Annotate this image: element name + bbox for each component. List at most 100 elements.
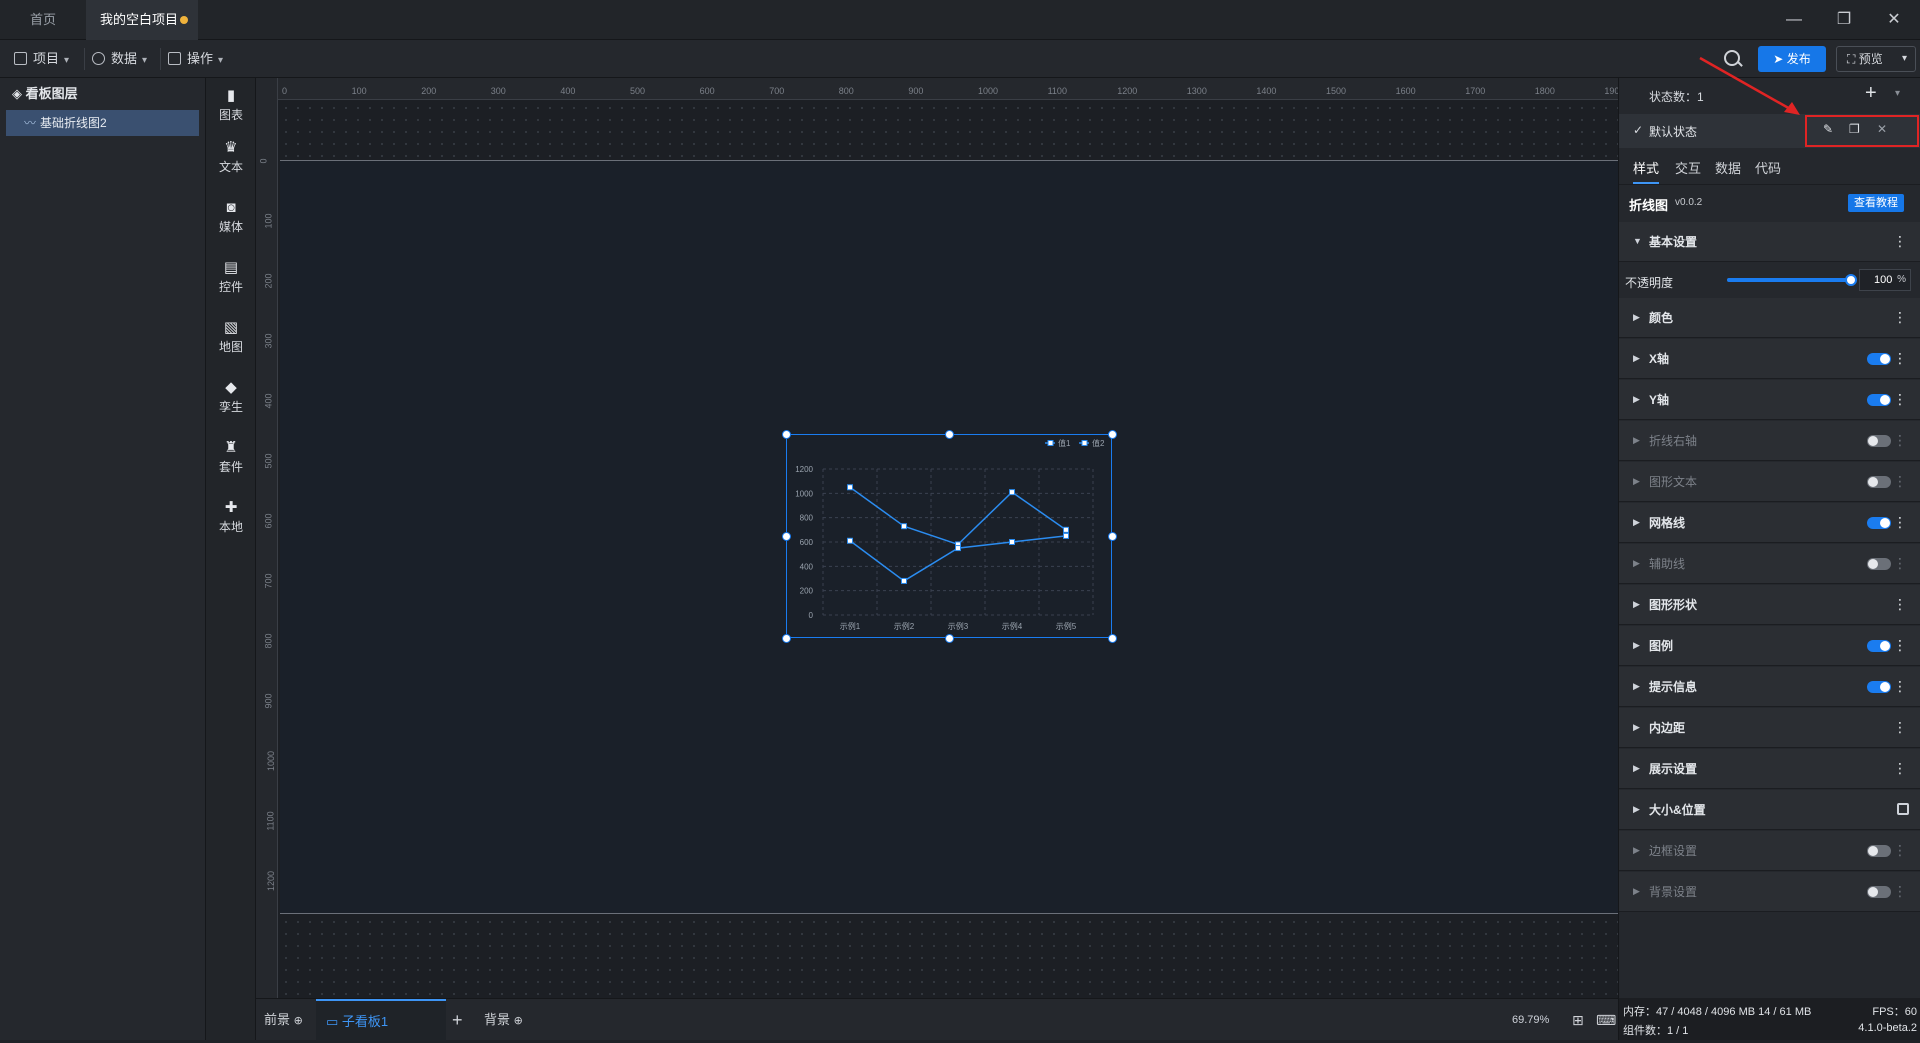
delete-icon[interactable]: ✕: [1877, 122, 1887, 136]
x-tick-label: 示例2: [894, 621, 915, 631]
restore-icon[interactable]: ❐: [1824, 0, 1864, 40]
component-text[interactable]: ♛ 文本: [206, 140, 256, 175]
more-icon[interactable]: ⋮: [1893, 556, 1907, 570]
section-toggle[interactable]: [1867, 517, 1891, 529]
tab-style[interactable]: 样式: [1633, 154, 1660, 184]
menu-project[interactable]: 项目 ▾: [14, 40, 69, 78]
section-10[interactable]: ▶ 内边距 ⋮: [1619, 708, 1920, 748]
shirt-icon: ♜: [224, 439, 238, 456]
more-icon[interactable]: ⋮: [1893, 433, 1907, 447]
tab-data[interactable]: 数据: [1715, 154, 1741, 184]
section-toggle[interactable]: [1867, 435, 1891, 447]
more-icon[interactable]: ⋮: [1893, 392, 1907, 406]
section-label: 背景设置: [1649, 885, 1698, 899]
resize-handle[interactable]: [945, 430, 954, 439]
resize-handle[interactable]: [782, 634, 791, 643]
tab-interaction[interactable]: 交互: [1675, 154, 1701, 184]
keyboard-icon[interactable]: ⌨: [1596, 999, 1616, 1041]
more-icon[interactable]: ⋮: [1893, 351, 1907, 365]
section-13[interactable]: ▶ 边框设置 ⋮: [1619, 831, 1920, 871]
section-3[interactable]: ▶ 折线右轴 ⋮: [1619, 421, 1920, 461]
section-8[interactable]: ▶ 图例 ⋮: [1619, 626, 1920, 666]
section-label: 图形形状: [1649, 598, 1698, 612]
resize-handle[interactable]: [1108, 532, 1117, 541]
tab-background[interactable]: 背景 ⊕: [484, 999, 523, 1041]
more-icon[interactable]: ⋮: [1893, 720, 1907, 734]
resize-handle[interactable]: [1108, 430, 1117, 439]
more-icon[interactable]: ⋮: [1893, 843, 1907, 857]
section-toggle[interactable]: [1867, 558, 1891, 570]
section-toggle[interactable]: [1867, 845, 1891, 857]
add-circle-icon[interactable]: ⊕: [514, 1015, 523, 1027]
opacity-slider-fill: [1727, 278, 1851, 282]
menu-operate[interactable]: 操作 ▾: [168, 40, 223, 78]
section-14[interactable]: ▶ 背景设置 ⋮: [1619, 872, 1920, 912]
more-icon[interactable]: ⋮: [1893, 234, 1907, 248]
more-icon[interactable]: ⋮: [1893, 761, 1907, 775]
section-toggle[interactable]: [1867, 353, 1891, 365]
section-5[interactable]: ▶ 网格线 ⋮: [1619, 503, 1920, 543]
section-toggle[interactable]: [1867, 394, 1891, 406]
component-local[interactable]: ✚ 本地: [206, 500, 256, 535]
add-board-icon[interactable]: +: [452, 999, 463, 1041]
section-7[interactable]: ▶ 图形形状 ⋮: [1619, 585, 1920, 625]
y-tick-label: 1200: [795, 465, 813, 474]
preview-button[interactable]: ⛶ 预览 ▾: [1836, 46, 1916, 72]
more-icon[interactable]: ⋮: [1893, 310, 1907, 324]
add-state-icon[interactable]: +: [1865, 82, 1877, 105]
layer-item[interactable]: 〰基础折线图2: [6, 110, 199, 136]
component-map[interactable]: ▧ 地图: [206, 320, 256, 355]
tab-foreground[interactable]: 前景 ⊕: [264, 999, 303, 1041]
add-circle-icon[interactable]: ⊕: [294, 1015, 303, 1027]
zoom-level[interactable]: 69.79%: [1512, 999, 1549, 1041]
section-2[interactable]: ▶ Y轴 ⋮: [1619, 380, 1920, 420]
opacity-slider-thumb[interactable]: [1845, 274, 1857, 286]
menu-data[interactable]: 数据 ▾: [92, 40, 147, 78]
component-twin[interactable]: ◆ 孪生: [206, 380, 256, 415]
section-label: X轴: [1649, 352, 1670, 366]
more-icon[interactable]: ⋮: [1893, 679, 1907, 693]
section-toggle[interactable]: [1867, 681, 1891, 693]
more-icon[interactable]: ⋮: [1893, 515, 1907, 529]
minimize-icon[interactable]: —: [1774, 0, 1814, 40]
tab-home[interactable]: 首页: [16, 0, 72, 40]
edit-icon[interactable]: ✎: [1823, 122, 1833, 136]
opacity-input[interactable]: 100 %: [1859, 269, 1911, 291]
tutorial-button[interactable]: 查看教程: [1848, 194, 1904, 212]
opacity-slider-track[interactable]: [1727, 274, 1857, 286]
tab-sub-board[interactable]: ▭ 子看板1: [316, 999, 446, 1041]
section-4[interactable]: ▶ 图形文本 ⋮: [1619, 462, 1920, 502]
component-kit[interactable]: ♜ 套件: [206, 440, 256, 475]
tab-code[interactable]: 代码: [1755, 154, 1781, 184]
copy-icon[interactable]: ❐: [1849, 122, 1860, 136]
more-icon[interactable]: ⋮: [1893, 597, 1907, 611]
section-toggle[interactable]: [1867, 640, 1891, 652]
more-icon[interactable]: ⋮: [1893, 884, 1907, 898]
section-1[interactable]: ▶ X轴 ⋮: [1619, 339, 1920, 379]
chevron-down-icon[interactable]: ▾: [1895, 88, 1900, 99]
resize-handle[interactable]: [782, 430, 791, 439]
resize-handle[interactable]: [945, 634, 954, 643]
component-control[interactable]: ▤ 控件: [206, 260, 256, 295]
section-basic-settings[interactable]: ▼ 基本设置 ⋮: [1619, 222, 1920, 262]
resize-handle[interactable]: [782, 532, 791, 541]
lock-icon[interactable]: [1897, 803, 1909, 815]
section-9[interactable]: ▶ 提示信息 ⋮: [1619, 667, 1920, 707]
component-chart[interactable]: ▮ 图表: [206, 88, 256, 123]
more-icon[interactable]: ⋮: [1893, 638, 1907, 652]
status-footer: 内存：47 / 4048 / 4096 MB 14 / 61 MB FPS：60…: [1619, 998, 1920, 1040]
cube-icon: ◆: [225, 379, 237, 396]
more-icon[interactable]: ⋮: [1893, 474, 1907, 488]
resize-handle[interactable]: [1108, 634, 1117, 643]
section-12[interactable]: ▶ 大小&位置: [1619, 790, 1920, 830]
section-0[interactable]: ▶ 颜色 ⋮: [1619, 298, 1920, 338]
component-media[interactable]: ◙ 媒体: [206, 200, 256, 235]
section-toggle[interactable]: [1867, 886, 1891, 898]
section-6[interactable]: ▶ 辅助线 ⋮: [1619, 544, 1920, 584]
section-toggle[interactable]: [1867, 476, 1891, 488]
close-window-icon[interactable]: ✕: [1874, 0, 1914, 40]
section-11[interactable]: ▶ 展示设置 ⋮: [1619, 749, 1920, 789]
tab-project[interactable]: 我的空白项目: [86, 0, 198, 40]
fit-screen-icon[interactable]: ⊞: [1572, 999, 1584, 1041]
line-chart-widget[interactable]: 0 200 400 600 800 1000 1200 示例1 示例2 示例3 示例4 示例5 值1 值2: [782, 430, 1117, 643]
